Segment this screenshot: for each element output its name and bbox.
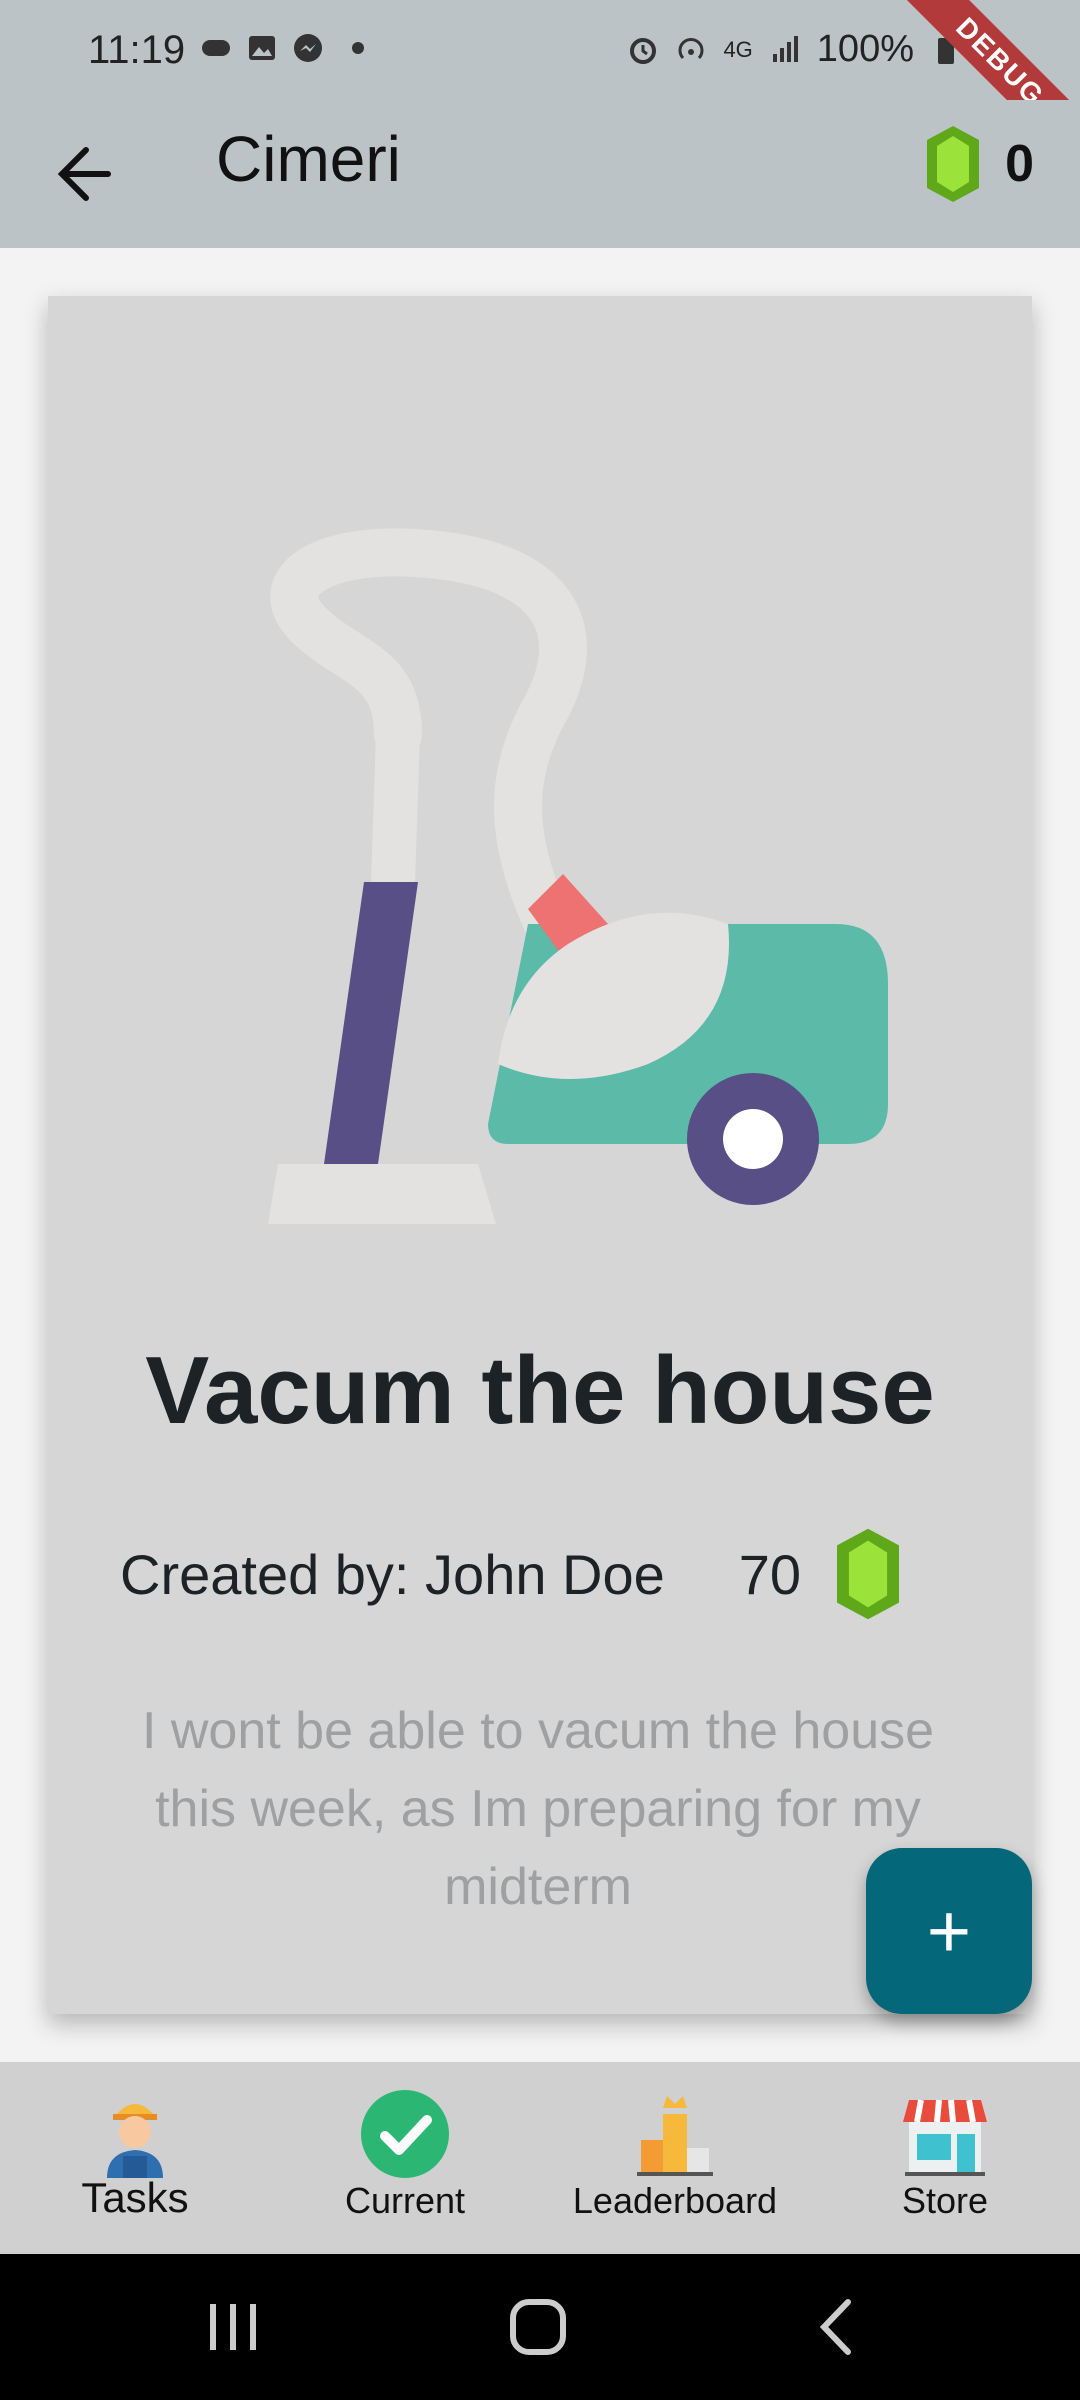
check-icon — [361, 2090, 449, 2178]
notification-icons — [200, 32, 364, 64]
nav-item-current[interactable]: Current — [270, 2062, 540, 2254]
podium-icon — [637, 2096, 713, 2176]
nav-label-leaderboard: Leaderboard — [572, 2180, 778, 2221]
signal-icon — [772, 35, 798, 62]
network-type: 4G — [723, 36, 753, 62]
recent-apps-icon[interactable] — [200, 2294, 266, 2360]
worker-icon — [107, 2104, 163, 2178]
image-icon — [249, 36, 275, 60]
nav-item-tasks[interactable]: Tasks — [0, 2062, 270, 2254]
add-button[interactable]: + — [866, 1848, 1032, 2014]
bottom-nav: Tasks Current Leaderboard Store — [0, 2062, 1080, 2254]
vacuum-cleaner-icon — [268, 528, 888, 1224]
page-title: Cimeri — [216, 123, 401, 195]
gem-count: 0 — [1005, 135, 1034, 193]
system-status-icons: 4G 100% — [627, 28, 962, 71]
gem-icon — [837, 1528, 900, 1620]
plus-icon: + — [926, 1888, 972, 1974]
status-time: 11:19 — [88, 28, 186, 72]
task-creator: Created by: John Doe — [120, 1542, 665, 1606]
nav-item-leaderboard[interactable]: Leaderboard — [540, 2062, 810, 2254]
battery-percent: 100% — [816, 28, 914, 70]
status-bar: 11:19 4G 100% — [0, 0, 1080, 100]
nav-item-store[interactable]: Store — [810, 2062, 1080, 2254]
messenger-icon — [294, 34, 322, 62]
nav-label-current: Current — [344, 2180, 466, 2221]
task-title: Vacum the house — [145, 1337, 935, 1444]
back-arrow-icon[interactable] — [48, 134, 128, 214]
game-controller-icon — [202, 40, 230, 56]
store-icon — [903, 2099, 987, 2176]
more-notifications-dot — [352, 42, 364, 54]
app-bar: Cimeri 0 — [0, 100, 1080, 248]
gem-icon — [927, 126, 980, 202]
nav-label-tasks: Tasks — [81, 2174, 189, 2221]
task-points: 70 — [738, 1542, 802, 1606]
home-icon[interactable] — [505, 2294, 571, 2360]
nav-label-store: Store — [901, 2180, 989, 2221]
gem-balance: 0 — [927, 126, 1034, 202]
task-description: I wont be able to vacum the house this w… — [141, 1702, 935, 1916]
task-card[interactable]: Vacum the house Created by: John Doe 70 … — [48, 296, 1032, 2014]
back-icon[interactable] — [806, 2294, 872, 2360]
task-meta: Created by: John Doe 70 — [120, 1524, 980, 1624]
hotspot-icon — [678, 37, 704, 59]
alarm-icon — [630, 37, 657, 64]
system-nav-bar — [0, 2254, 1080, 2400]
